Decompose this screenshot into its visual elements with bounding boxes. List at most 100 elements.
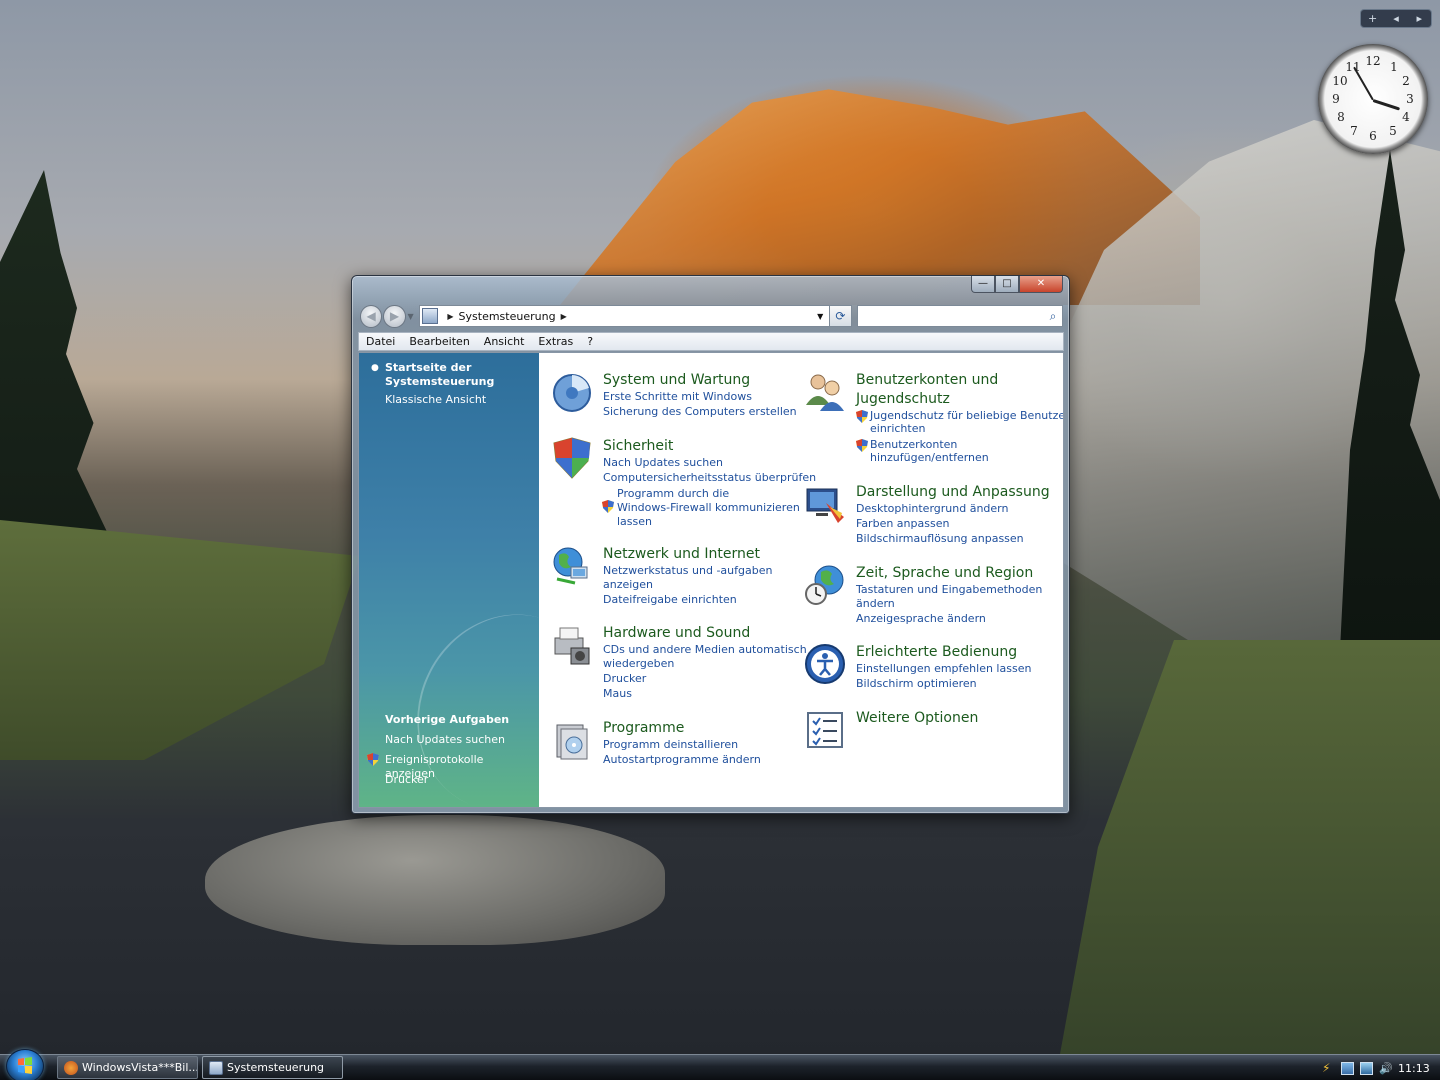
menu-tools[interactable]: Extras: [531, 335, 580, 348]
category-task-link[interactable]: Jugendschutz für beliebige Benutzer: [870, 409, 1063, 423]
category-task-link[interactable]: Programm durch die: [617, 487, 729, 501]
control-panel-window[interactable]: — □ ✕ ◀ ▶ ▼ ▶ Systemsteuerung ▶ ▼ ⟳ ⌕ Da…: [351, 275, 1070, 814]
category-task-link[interactable]: Erste Schritte mit Windows: [603, 390, 752, 404]
start-button[interactable]: [6, 1049, 44, 1080]
connection-tray-icon[interactable]: [1360, 1061, 1373, 1075]
category-title-link[interactable]: Darstellung und Anpassung: [856, 483, 1050, 501]
recent-pages-dropdown[interactable]: ▼: [406, 312, 416, 321]
uac-shield-icon: [856, 410, 868, 423]
address-bar[interactable]: ▶ Systemsteuerung ▶ ▼: [419, 305, 831, 327]
power-icon[interactable]: ⚡: [1322, 1061, 1335, 1075]
uac-shield-icon: [367, 753, 379, 766]
address-dropdown-icon[interactable]: ▼: [811, 312, 829, 321]
category-task-link[interactable]: CDs und andere Medien automatisch: [603, 643, 807, 657]
category-task-link[interactable]: Desktophintergrund ändern: [856, 502, 1008, 516]
bullet-icon: ●: [371, 363, 379, 373]
category-task-link[interactable]: Windows-Firewall kommunizieren: [617, 501, 800, 515]
category-title-link[interactable]: System und Wartung: [603, 371, 750, 389]
breadcrumb-arrow-icon[interactable]: ▶: [447, 312, 453, 321]
category-task-link[interactable]: Benutzerkonten: [870, 438, 957, 452]
category-title-link[interactable]: Hardware und Sound: [603, 624, 750, 642]
maximize-button[interactable]: □: [995, 276, 1019, 293]
clock-globe-icon[interactable]: [804, 564, 846, 606]
recent-tasks-heading: Vorherige Aufgaben: [385, 713, 510, 726]
breadcrumb-arrow-icon[interactable]: ▶: [561, 312, 567, 321]
category-task-link[interactable]: Programm deinstallieren: [603, 738, 738, 752]
category-title-link[interactable]: Jugendschutz: [856, 390, 950, 408]
category-task-link[interactable]: Computersicherheitsstatus überprüfen: [603, 471, 816, 485]
category-task-link[interactable]: Netzwerkstatus und -aufgaben: [603, 564, 772, 578]
recent-task-link[interactable]: Drucker: [385, 773, 535, 787]
user-accounts-icon[interactable]: [804, 371, 846, 413]
category-task-link[interactable]: hinzufügen/entfernen: [870, 451, 989, 465]
taskbar-item-control-panel[interactable]: Systemsteuerung: [202, 1056, 343, 1079]
add-gadget-button[interactable]: +: [1363, 12, 1383, 25]
category-task-link[interactable]: Maus: [603, 687, 632, 701]
previous-gadget-button[interactable]: ◂: [1386, 12, 1406, 25]
category-task-link[interactable]: einrichten: [870, 422, 925, 436]
classic-view-link[interactable]: Klassische Ansicht: [385, 393, 535, 407]
taskbar-item-firefox[interactable]: WindowsVista***Bil...: [57, 1056, 198, 1079]
clock-minute-hand: [1353, 66, 1374, 101]
forward-button[interactable]: ▶: [383, 304, 406, 328]
category-task-link[interactable]: Sicherung des Computers erstellen: [603, 405, 797, 419]
clock-number: 10: [1332, 74, 1348, 88]
category-task-link[interactable]: Dateifreigabe einrichten: [603, 593, 737, 607]
ease-of-access-icon[interactable]: [804, 643, 846, 685]
search-icon[interactable]: ⌕: [1044, 309, 1062, 324]
category-task-link[interactable]: Anzeigesprache ändern: [856, 612, 986, 626]
category-title-link[interactable]: Programme: [603, 719, 684, 737]
volume-icon[interactable]: 🔊: [1379, 1062, 1393, 1075]
next-gadget-button[interactable]: ▸: [1409, 12, 1429, 25]
category-task-link[interactable]: Bildschirmauflösung anpassen: [856, 532, 1024, 546]
additional-options-list-icon[interactable]: [804, 709, 846, 751]
back-button[interactable]: ◀: [360, 304, 383, 328]
network-tray-icon[interactable]: [1341, 1061, 1354, 1075]
firefox-icon: [64, 1061, 78, 1075]
category-task-link[interactable]: Nach Updates suchen: [603, 456, 723, 470]
category-title-link[interactable]: Sicherheit: [603, 437, 673, 455]
category-title-link[interactable]: Benutzerkonten und: [856, 371, 998, 389]
recent-task-link[interactable]: Nach Updates suchen: [385, 733, 535, 747]
category-task-link[interactable]: Bildschirm optimieren: [856, 677, 977, 691]
appearance-monitor-icon[interactable]: [804, 483, 846, 525]
menu-help[interactable]: ?: [580, 335, 600, 348]
taskbar-item-label: WindowsVista***Bil...: [82, 1061, 198, 1074]
taskbar-clock[interactable]: 11:13: [1398, 1062, 1430, 1075]
clock-gadget[interactable]: 12 1 2 3 4 5 6 7 8 9 10 11: [1318, 44, 1428, 154]
clock-number: 4: [1402, 110, 1410, 124]
uac-shield-icon: [602, 500, 614, 513]
search-box[interactable]: ⌕: [856, 305, 1063, 327]
breadcrumb-control-panel[interactable]: Systemsteuerung: [459, 310, 556, 323]
category-title-link[interactable]: Weitere Optionen: [856, 709, 978, 727]
close-button[interactable]: ✕: [1019, 276, 1063, 293]
control-panel-home-link[interactable]: Startseite der Systemsteuerung: [385, 361, 535, 389]
menu-view[interactable]: Ansicht: [477, 335, 532, 348]
category-task-link[interactable]: Farben anpassen: [856, 517, 949, 531]
category-task-link[interactable]: wiedergeben: [603, 657, 674, 671]
search-input[interactable]: [857, 307, 1044, 325]
menu-edit[interactable]: Bearbeiten: [402, 335, 476, 348]
hardware-printer-icon[interactable]: [551, 624, 593, 666]
menu-file[interactable]: Datei: [359, 335, 402, 348]
clock-number: 1: [1390, 60, 1398, 74]
minimize-button[interactable]: —: [971, 276, 995, 293]
wallpaper-grass-left: [0, 520, 360, 760]
category-title-link[interactable]: Zeit, Sprache und Region: [856, 564, 1033, 582]
category-task-link[interactable]: Drucker: [603, 672, 646, 686]
category-task-link[interactable]: Tastaturen und Eingabemethoden: [856, 583, 1042, 597]
security-shield-icon[interactable]: [551, 437, 593, 479]
navigation-bar: ◀ ▶ ▼ ▶ Systemsteuerung ▶ ▼ ⟳ ⌕: [360, 303, 1063, 329]
network-globe-icon[interactable]: [551, 545, 593, 587]
category-task-link[interactable]: Autostartprogramme ändern: [603, 753, 761, 767]
programs-box-icon[interactable]: [551, 719, 593, 761]
category-title-link[interactable]: Netzwerk und Internet: [603, 545, 760, 563]
category-title-link[interactable]: Erleichterte Bedienung: [856, 643, 1017, 661]
taskbar: WindowsVista***Bil... Systemsteuerung ⚡ …: [0, 1049, 1440, 1080]
refresh-button[interactable]: ⟳: [830, 305, 852, 327]
category-task-link[interactable]: anzeigen: [603, 578, 653, 592]
category-task-link[interactable]: ändern: [856, 597, 895, 611]
system-maintenance-icon[interactable]: [551, 371, 593, 413]
category-task-link[interactable]: Einstellungen empfehlen lassen: [856, 662, 1031, 676]
category-task-link[interactable]: lassen: [617, 515, 652, 529]
